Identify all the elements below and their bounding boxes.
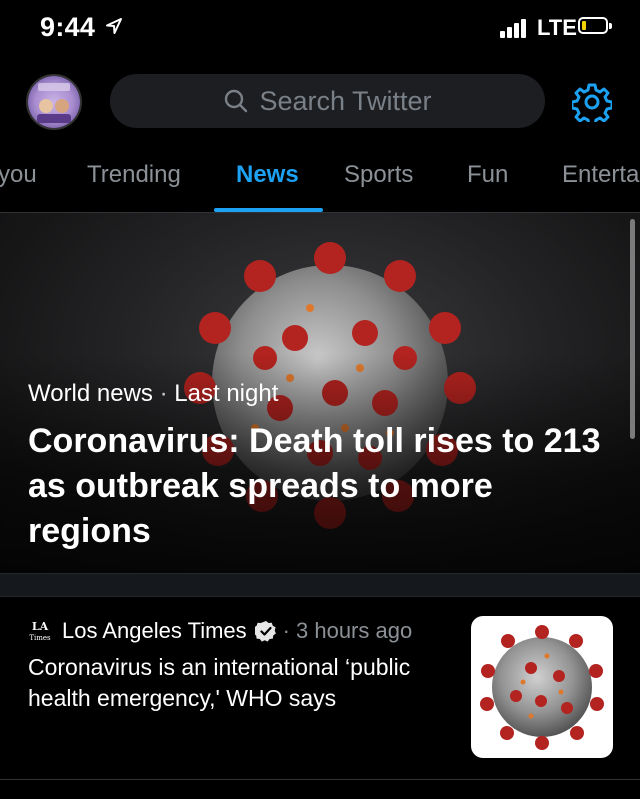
status-time: 9:44 bbox=[40, 12, 96, 42]
avatar[interactable] bbox=[26, 74, 82, 130]
gear-icon[interactable] bbox=[572, 82, 612, 122]
explore-tabs: you Trending News Sports Fun Enterta bbox=[0, 150, 640, 213]
los-angeles-times-logo-icon: LA Times bbox=[29, 620, 51, 642]
status-bar: 9:44 LTE bbox=[0, 0, 640, 58]
tab-news[interactable]: News bbox=[236, 161, 299, 189]
battery-icon bbox=[578, 17, 608, 34]
search-placeholder: Search Twitter bbox=[259, 85, 432, 116]
active-tab-indicator bbox=[214, 208, 323, 212]
news-story-row[interactable]: LA Times Los Angeles Times · 3 hours ago… bbox=[0, 596, 640, 780]
hero-time: Last night bbox=[174, 380, 279, 407]
story-source-name[interactable]: Los Angeles Times bbox=[62, 618, 247, 644]
scrollbar-thumb[interactable] bbox=[630, 219, 635, 439]
search-icon bbox=[225, 89, 248, 113]
story-time-separator: · bbox=[282, 618, 290, 643]
tab-fun[interactable]: Fun bbox=[467, 161, 508, 189]
story-thumbnail[interactable] bbox=[471, 616, 613, 758]
section-divider bbox=[0, 573, 640, 597]
network-type: LTE bbox=[537, 15, 577, 40]
story-time: 3 hours ago bbox=[296, 618, 413, 643]
row-divider bbox=[0, 779, 640, 780]
story-source-row: LA Times Los Angeles Times · 3 hours ago bbox=[28, 616, 412, 646]
battery-tip bbox=[609, 23, 612, 29]
tab-trending[interactable]: Trending bbox=[87, 161, 181, 189]
search-input[interactable]: Search Twitter bbox=[110, 74, 545, 128]
svg-text:Times: Times bbox=[29, 634, 51, 642]
story-thumbnail-virus-image bbox=[480, 625, 604, 750]
location-arrow-icon bbox=[106, 18, 122, 34]
tab-entertainment[interactable]: Enterta bbox=[562, 161, 639, 189]
hero-meta-separator: · bbox=[159, 380, 168, 407]
tab-sports[interactable]: Sports bbox=[344, 161, 413, 189]
hero-headline: Coronavirus: Death toll rises to 213 as … bbox=[28, 422, 601, 550]
verified-badge-icon bbox=[254, 621, 276, 642]
story-headline: Coronavirus is an international ‘public … bbox=[28, 654, 411, 711]
hero-category: World news bbox=[28, 380, 153, 407]
avatar-image bbox=[28, 76, 80, 128]
signal-strength-icon bbox=[500, 18, 530, 38]
svg-text:LA: LA bbox=[32, 620, 49, 633]
hero-meta: World news · Last night bbox=[28, 380, 278, 408]
tab-for-you[interactable]: you bbox=[0, 161, 37, 189]
hero-story[interactable]: World news · Last night Coronavirus: Dea… bbox=[0, 213, 640, 573]
